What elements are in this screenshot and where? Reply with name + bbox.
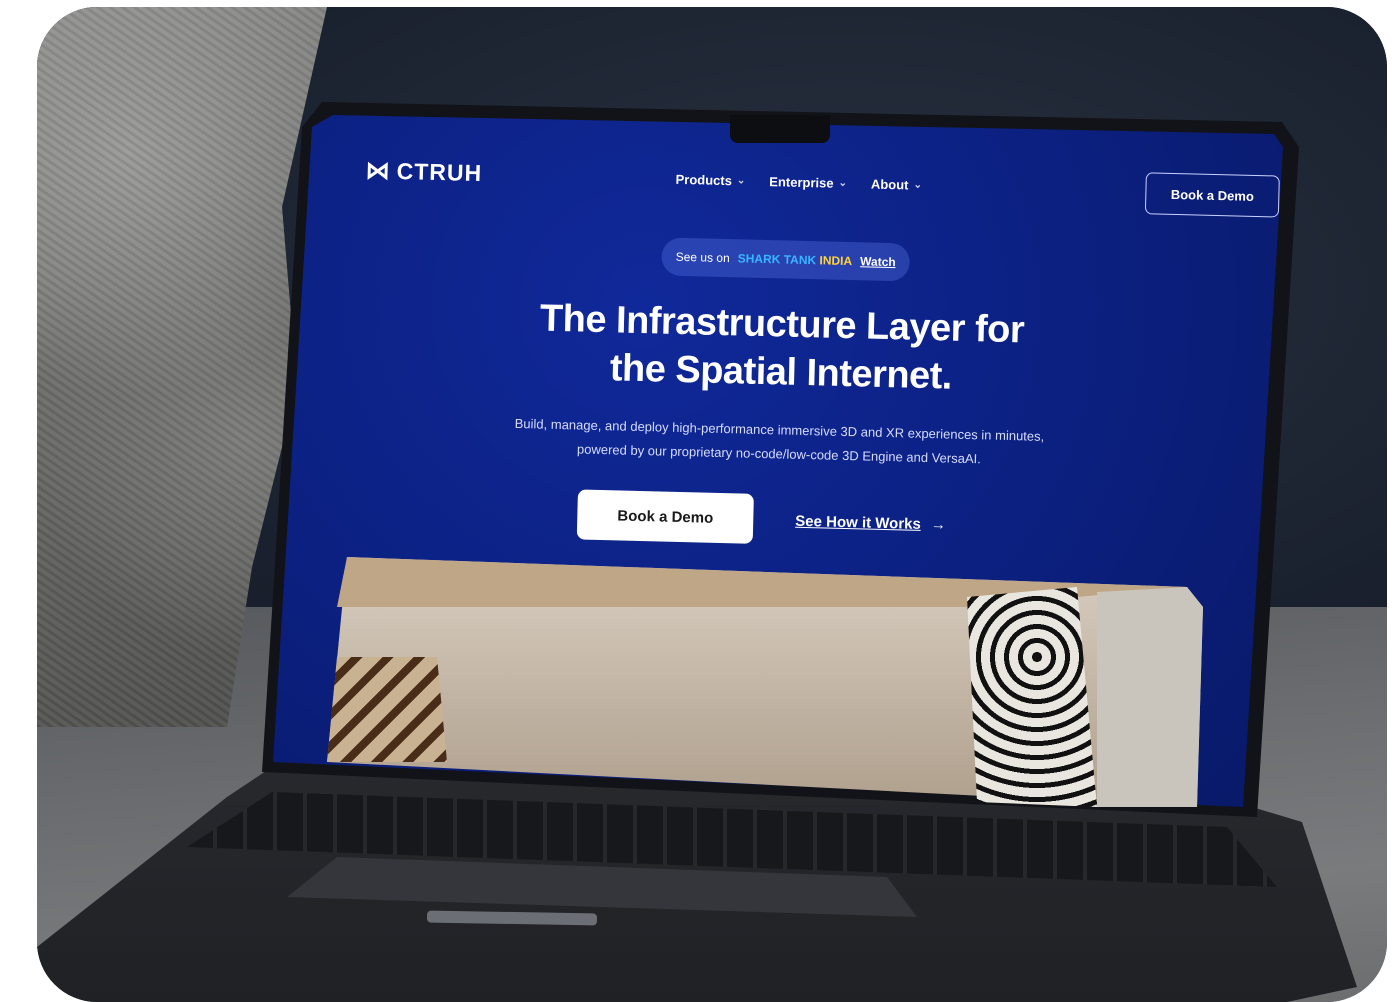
- site-logo[interactable]: ⋈ CTRUH: [365, 156, 482, 188]
- see-how-it-works-link[interactable]: See How it Works →: [795, 513, 946, 534]
- shark-tank-banner[interactable]: See us on SHARK TANK INDIA Watch: [661, 237, 911, 282]
- nav-label: Enterprise: [769, 174, 834, 191]
- website: ⋈ CTRUH Products ⌄ Enterprise ⌄ About ⌄ …: [306, 117, 1280, 580]
- hero-title: The Infrastructure Layer for the Spatial…: [539, 297, 1025, 398]
- nav-item-products[interactable]: Products ⌄: [675, 172, 745, 189]
- hero-subtitle: Build, manage, and deploy high-performan…: [514, 415, 1045, 467]
- chevron-down-icon: ⌄: [736, 175, 746, 187]
- nav-label: About: [870, 176, 909, 193]
- main-nav: Products ⌄ Enterprise ⌄ About ⌄: [675, 172, 922, 193]
- nav-item-enterprise[interactable]: Enterprise ⌄: [769, 174, 847, 191]
- shark-tank-logo: SHARK TANK INDIA: [737, 251, 853, 269]
- product-photo: ⋈ CTRUH Products ⌄ Enterprise ⌄ About ⌄ …: [37, 7, 1387, 1002]
- chevron-down-icon: ⌄: [913, 179, 923, 191]
- nav-item-about[interactable]: About ⌄: [871, 177, 922, 193]
- laptop: ⋈ CTRUH Products ⌄ Enterprise ⌄ About ⌄ …: [37, 7, 1387, 1002]
- arrow-right-icon: →: [930, 516, 947, 534]
- nav-label: Products: [675, 171, 733, 189]
- chevron-down-icon: ⌄: [838, 177, 848, 189]
- nav-book-demo-button[interactable]: Book a Demo: [1144, 172, 1280, 218]
- watch-link[interactable]: Watch: [860, 254, 896, 269]
- banner-prefix: See us on: [675, 249, 730, 266]
- logo-text: CTRUH: [396, 157, 483, 187]
- book-demo-button[interactable]: Book a Demo: [576, 489, 754, 544]
- ctruh-logo-icon: ⋈: [365, 157, 392, 185]
